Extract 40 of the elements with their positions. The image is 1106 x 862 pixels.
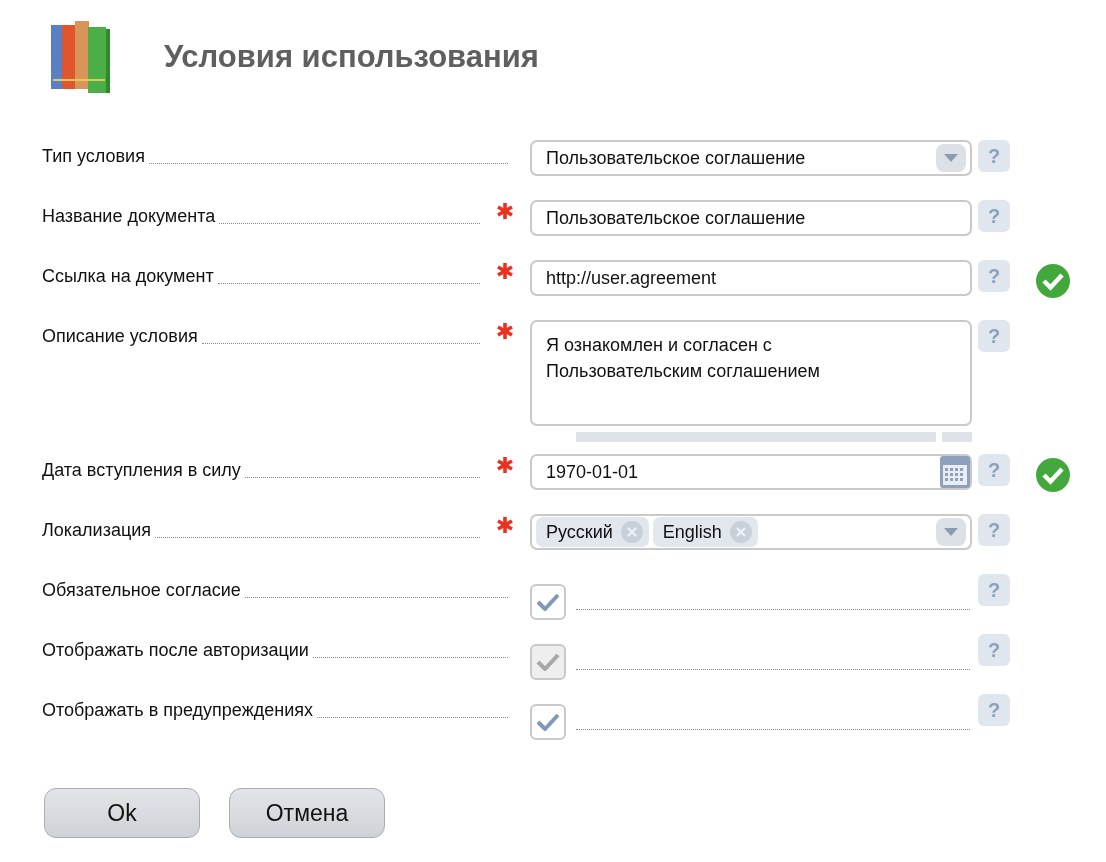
dialog-button[interactable]: Ok: [44, 788, 200, 838]
text-input-field[interactable]: http://user.agreement: [530, 260, 972, 296]
help-button[interactable]: ?: [978, 260, 1010, 292]
help-button[interactable]: ?: [978, 454, 1010, 486]
field-label: Тип условия: [42, 146, 145, 167]
checkbox[interactable]: [530, 704, 566, 740]
field-label: Обязательное согласие: [42, 580, 241, 601]
field-label: Описание условия: [42, 326, 198, 347]
textarea-field[interactable]: Я ознакомлен и согласен с Пользовательским соглашением: [530, 320, 972, 426]
help-button[interactable]: ?: [978, 574, 1010, 606]
horizontal-scrollbar[interactable]: [576, 432, 972, 442]
dropdown-caret-icon: [944, 154, 958, 162]
field-label: Локализация: [42, 520, 152, 541]
text-input-field[interactable]: Пользовательское соглашение: [530, 200, 972, 236]
calendar-icon[interactable]: [940, 456, 970, 488]
tag-select-field[interactable]: Русский English: [530, 514, 972, 550]
dropdown-caret-icon: [944, 528, 958, 536]
help-button[interactable]: ?: [978, 200, 1010, 232]
field-label: Отображать в предупреждениях: [42, 700, 313, 721]
books-icon: [50, 19, 112, 95]
field-label: Ссылка на документ: [42, 266, 214, 287]
check-mark-icon: [536, 713, 560, 731]
field-label: Название документа: [42, 206, 216, 227]
help-button[interactable]: ?: [978, 320, 1010, 352]
field-label: Дата вступления в силу: [42, 460, 241, 481]
help-button[interactable]: ?: [978, 140, 1010, 172]
field-label: Отображать после авторизации: [42, 640, 309, 661]
language-tag: English: [652, 517, 758, 547]
check-mark-icon: [536, 593, 560, 611]
check-mark-icon: [536, 653, 560, 671]
remove-tag-icon[interactable]: [620, 521, 643, 543]
dialog-button[interactable]: Отмена: [229, 788, 385, 838]
checkbox[interactable]: [530, 584, 566, 620]
language-tag: Русский: [536, 517, 649, 547]
remove-tag-icon[interactable]: [729, 521, 752, 543]
help-button[interactable]: ?: [978, 514, 1010, 546]
date-input-field[interactable]: 1970-01-01: [530, 454, 972, 490]
select-dropdown[interactable]: Пользовательское соглашение: [530, 140, 972, 176]
page-title: Условия использования: [164, 39, 539, 75]
help-button[interactable]: ?: [978, 694, 1010, 726]
